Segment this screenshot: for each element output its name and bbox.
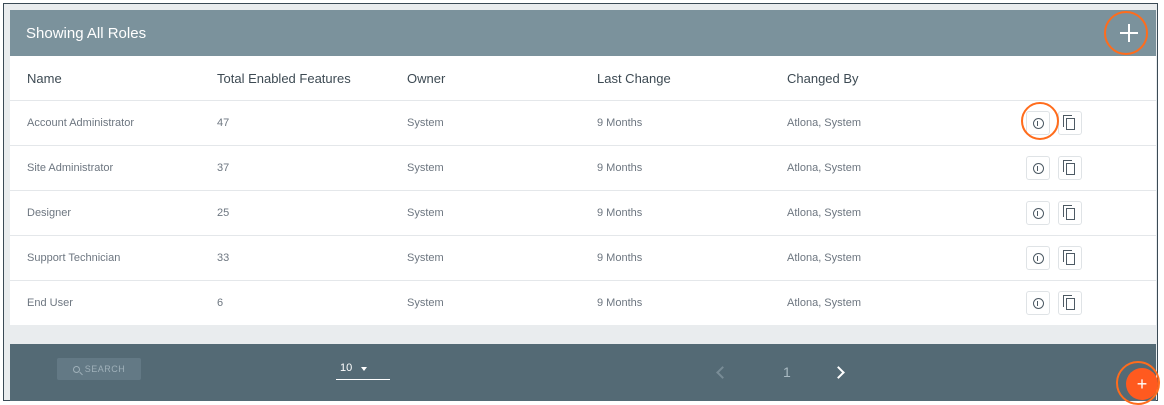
role-features: 37 xyxy=(217,162,230,174)
copy-icon xyxy=(1063,160,1077,176)
column-header-owner[interactable]: Owner xyxy=(407,71,445,86)
role-features: 6 xyxy=(217,297,224,309)
role-changed-by: Atlona, System xyxy=(787,297,861,309)
role-features: 33 xyxy=(217,252,230,264)
table-header-row: Name Total Enabled Features Owner Last C… xyxy=(10,56,1156,101)
copy-icon xyxy=(1063,205,1077,221)
column-header-name[interactable]: Name xyxy=(27,71,62,86)
rows-per-page-value: 10 xyxy=(340,362,353,374)
copy-button[interactable] xyxy=(1058,156,1082,180)
info-button[interactable] xyxy=(1026,156,1050,180)
info-button[interactable] xyxy=(1026,201,1050,225)
chevron-right-icon[interactable] xyxy=(832,366,845,379)
copy-button[interactable] xyxy=(1058,291,1082,315)
role-last-change: 9 Months xyxy=(597,297,643,309)
role-features: 47 xyxy=(217,117,230,129)
table-footer: SEARCH 10 1 xyxy=(10,344,1156,401)
highlight-ring-info xyxy=(1021,102,1059,140)
role-owner: System xyxy=(407,162,444,174)
highlight-ring-add xyxy=(1104,11,1148,55)
info-icon xyxy=(1032,207,1044,219)
role-changed-by: Atlona, System xyxy=(787,117,861,129)
table-row[interactable]: Support Technician 33 System 9 Months At… xyxy=(10,236,1156,281)
role-changed-by: Atlona, System xyxy=(787,252,861,264)
role-name: Support Technician xyxy=(27,252,121,264)
info-button[interactable] xyxy=(1026,246,1050,270)
role-owner: System xyxy=(407,252,444,264)
role-name: End User xyxy=(27,297,73,309)
row-actions xyxy=(1026,201,1082,225)
chevron-left-icon[interactable] xyxy=(716,366,729,379)
search-button[interactable]: SEARCH xyxy=(57,358,141,380)
role-changed-by: Atlona, System xyxy=(787,162,861,174)
copy-button[interactable] xyxy=(1058,111,1082,135)
search-label: SEARCH xyxy=(84,364,126,374)
role-last-change: 9 Months xyxy=(597,162,643,174)
info-icon xyxy=(1032,162,1044,174)
info-button[interactable] xyxy=(1026,291,1050,315)
highlight-ring-fab xyxy=(1116,361,1160,405)
role-owner: System xyxy=(407,297,444,309)
info-icon xyxy=(1032,297,1044,309)
info-icon xyxy=(1032,252,1044,264)
table-row[interactable]: End User 6 System 9 Months Atlona, Syste… xyxy=(10,281,1156,325)
copy-icon xyxy=(1063,115,1077,131)
copy-button[interactable] xyxy=(1058,201,1082,225)
copy-button[interactable] xyxy=(1058,246,1082,270)
chevron-down-icon xyxy=(361,367,367,371)
table-row[interactable]: Site Administrator 37 System 9 Months At… xyxy=(10,146,1156,191)
row-actions xyxy=(1026,246,1082,270)
search-icon xyxy=(72,365,80,373)
copy-icon xyxy=(1063,295,1077,311)
role-changed-by: Atlona, System xyxy=(787,207,861,219)
copy-icon xyxy=(1063,250,1077,266)
roles-table: Name Total Enabled Features Owner Last C… xyxy=(10,56,1156,325)
roles-header: Showing All Roles xyxy=(10,10,1156,56)
role-last-change: 9 Months xyxy=(597,252,643,264)
page-title: Showing All Roles xyxy=(26,24,147,42)
role-name: Account Administrator xyxy=(27,117,134,129)
row-actions xyxy=(1026,291,1082,315)
column-header-features[interactable]: Total Enabled Features xyxy=(217,71,351,86)
role-name: Site Administrator xyxy=(27,162,114,174)
role-owner: System xyxy=(407,207,444,219)
column-header-changed-by[interactable]: Changed By xyxy=(787,71,859,86)
role-last-change: 9 Months xyxy=(597,207,643,219)
role-owner: System xyxy=(407,117,444,129)
rows-per-page-select[interactable]: 10 xyxy=(336,362,390,380)
row-actions xyxy=(1026,156,1082,180)
table-row[interactable]: Designer 25 System 9 Months Atlona, Syst… xyxy=(10,191,1156,236)
table-row[interactable]: Account Administrator 47 System 9 Months… xyxy=(10,101,1156,146)
current-page[interactable]: 1 xyxy=(783,364,791,380)
role-last-change: 9 Months xyxy=(597,117,643,129)
column-header-last-change[interactable]: Last Change xyxy=(597,71,671,86)
role-features: 25 xyxy=(217,207,230,219)
role-name: Designer xyxy=(27,207,72,219)
